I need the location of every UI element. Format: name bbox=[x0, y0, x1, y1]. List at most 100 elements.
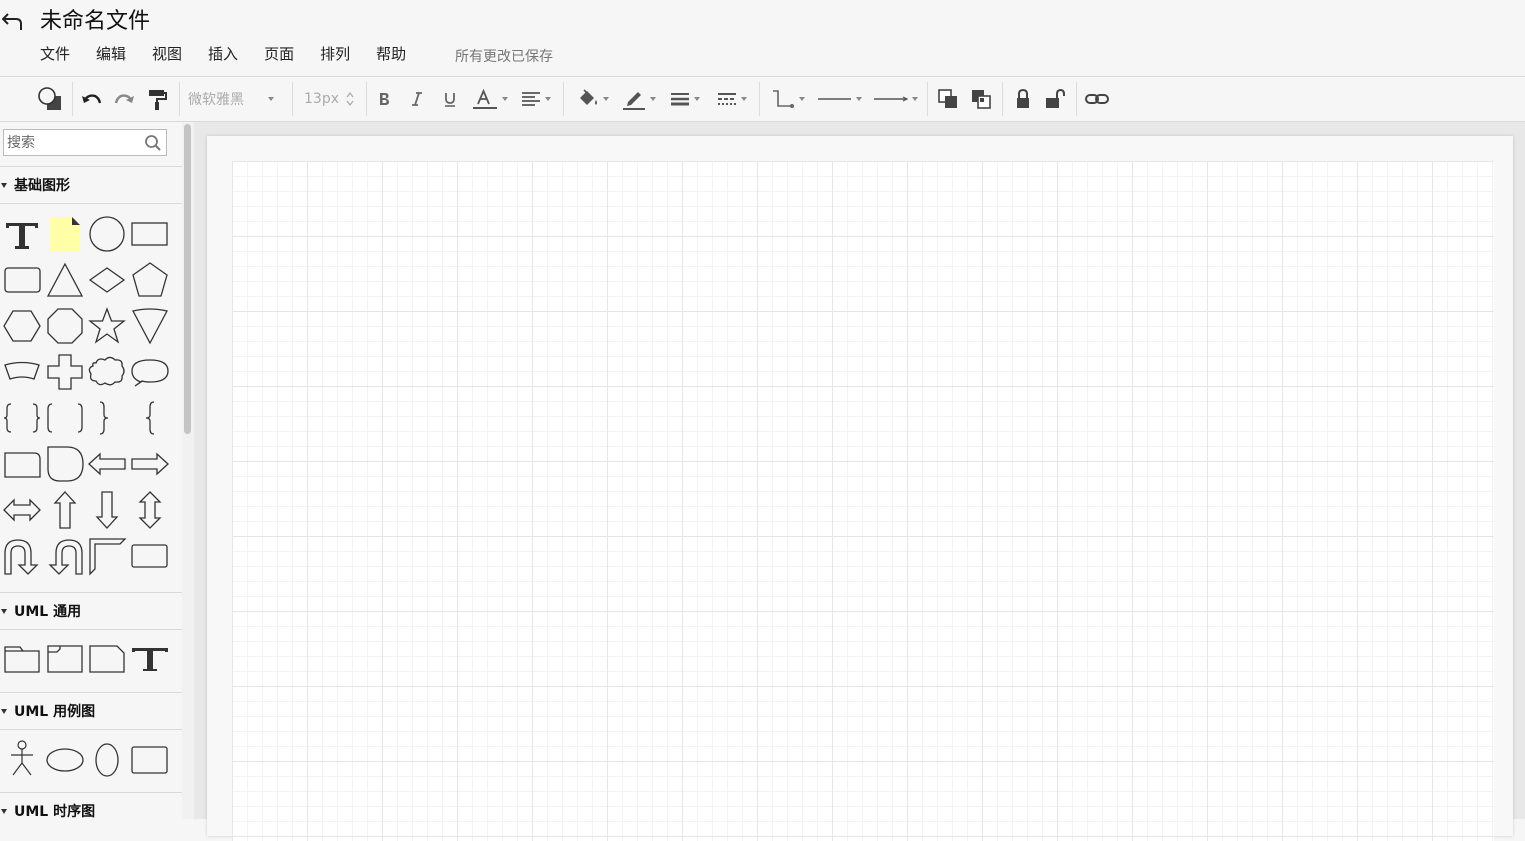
triangle-shape-icon[interactable] bbox=[45, 260, 85, 300]
unlock-button[interactable] bbox=[1042, 86, 1068, 112]
uml-frame-shape-icon[interactable] bbox=[45, 638, 85, 678]
pentagon-shape-icon[interactable] bbox=[130, 260, 170, 300]
sidebar-scrollbar[interactable] bbox=[182, 122, 194, 819]
left-arrow-shape-icon[interactable] bbox=[87, 444, 127, 484]
circle-shape-icon[interactable] bbox=[87, 214, 127, 254]
funnel-shape-icon[interactable] bbox=[130, 306, 170, 346]
font-family-value: 微软雅黑 bbox=[188, 92, 244, 108]
undo-button[interactable] bbox=[79, 86, 105, 112]
section-title: 基础图形 bbox=[14, 178, 70, 194]
u-turn-left-arrow-shape-icon[interactable] bbox=[45, 536, 85, 576]
octagon-shape-icon[interactable] bbox=[45, 306, 85, 346]
align-left-icon bbox=[521, 92, 540, 106]
small-rounded-rectangle-shape-icon[interactable] bbox=[130, 536, 170, 576]
undo-icon bbox=[82, 94, 102, 104]
chevron-down-icon bbox=[740, 97, 747, 101]
card-shape-icon[interactable] bbox=[2, 444, 42, 484]
line-width-button[interactable] bbox=[664, 86, 704, 112]
menu-page[interactable]: 页面 bbox=[264, 44, 294, 64]
left-brace-shape-icon[interactable] bbox=[130, 398, 170, 438]
document-title[interactable]: 未命名文件 bbox=[40, 3, 150, 35]
start-arrow-button[interactable] bbox=[814, 86, 864, 112]
format-painter-button[interactable] bbox=[144, 86, 170, 112]
toolbar-separator bbox=[366, 82, 367, 116]
canvas-area[interactable] bbox=[194, 122, 1525, 841]
shape-search-input[interactable] bbox=[4, 130, 139, 155]
line-width-icon bbox=[670, 93, 689, 106]
hexagon-shape-icon[interactable] bbox=[2, 306, 42, 346]
right-arrow-shape-icon[interactable] bbox=[130, 444, 170, 484]
insert-link-button[interactable] bbox=[1083, 86, 1111, 112]
toolbar-separator bbox=[759, 82, 760, 116]
uml-note-shape-icon[interactable] bbox=[87, 638, 127, 678]
send-to-back-button[interactable] bbox=[967, 86, 995, 112]
canvas-page[interactable] bbox=[207, 136, 1513, 841]
end-arrow-button[interactable] bbox=[870, 86, 920, 112]
menu-help[interactable]: 帮助 bbox=[376, 44, 406, 64]
note-shape-icon[interactable] bbox=[45, 214, 85, 254]
chevron-down-icon bbox=[501, 97, 508, 101]
canvas-grid[interactable] bbox=[232, 161, 1494, 841]
section-uml-usecase[interactable]: UML 用例图 bbox=[0, 692, 182, 730]
vertical-double-arrow-shape-icon[interactable] bbox=[130, 490, 170, 530]
shape-style-button[interactable] bbox=[34, 86, 66, 112]
menu-file[interactable]: 文件 bbox=[40, 44, 70, 64]
redo-icon bbox=[114, 94, 134, 104]
font-size-input[interactable]: 13px bbox=[304, 86, 360, 112]
redo-button[interactable] bbox=[111, 86, 137, 112]
chevron-down-icon bbox=[268, 97, 274, 101]
font-color-button[interactable] bbox=[468, 86, 510, 112]
brackets-shape-icon[interactable] bbox=[45, 398, 85, 438]
menu-arrange[interactable]: 排列 bbox=[320, 44, 350, 64]
speech-bubble-shape-icon[interactable] bbox=[130, 352, 170, 392]
double-arrow-shape-icon[interactable] bbox=[2, 490, 42, 530]
menu-edit[interactable]: 编辑 bbox=[96, 44, 126, 64]
line-style-button[interactable] bbox=[710, 86, 752, 112]
scrollbar-thumb[interactable] bbox=[184, 124, 191, 434]
text-align-button[interactable] bbox=[516, 86, 554, 112]
italic-button[interactable] bbox=[406, 86, 428, 112]
text-shape-icon[interactable] bbox=[2, 214, 42, 254]
chevron-down-icon bbox=[911, 97, 918, 101]
bold-button[interactable] bbox=[373, 86, 395, 112]
connector-style-button[interactable] bbox=[766, 86, 808, 112]
underline-button[interactable] bbox=[439, 86, 461, 112]
right-brace-shape-icon[interactable] bbox=[87, 398, 127, 438]
chevron-down-icon bbox=[693, 97, 700, 101]
shape-style-icon bbox=[38, 87, 61, 110]
braces-shape-icon[interactable] bbox=[2, 398, 42, 438]
arc-band-shape-icon[interactable] bbox=[2, 352, 42, 392]
cloud-shape-icon[interactable] bbox=[87, 352, 127, 392]
bring-to-front-button[interactable] bbox=[934, 86, 962, 112]
rounded-rectangle-shape-icon[interactable] bbox=[2, 260, 42, 300]
unlock-icon bbox=[1046, 88, 1065, 108]
uml-package-shape-icon[interactable] bbox=[2, 638, 42, 678]
corner-shape-icon[interactable] bbox=[87, 536, 127, 576]
lock-button[interactable] bbox=[1010, 86, 1036, 112]
rectangle-shape-icon[interactable] bbox=[130, 214, 170, 254]
section-basic-shapes[interactable]: 基础图形 bbox=[0, 166, 182, 204]
toolbar-separator bbox=[563, 82, 564, 116]
uml-actor-shape-icon[interactable] bbox=[2, 738, 42, 778]
menu-insert[interactable]: 插入 bbox=[208, 44, 238, 64]
down-arrow-shape-icon[interactable] bbox=[87, 490, 127, 530]
diamond-shape-icon[interactable] bbox=[87, 260, 127, 300]
uml-usecase-ellipse-shape-icon[interactable] bbox=[45, 738, 85, 778]
up-arrow-shape-icon[interactable] bbox=[45, 490, 85, 530]
back-arrow-icon[interactable] bbox=[2, 6, 26, 30]
app-header: 未命名文件 文件 编辑 视图 插入 页面 排列 帮助 所有更改已保存 bbox=[0, 0, 1525, 76]
uml-vertical-ellipse-shape-icon[interactable] bbox=[87, 738, 127, 778]
u-turn-arrow-shape-icon[interactable] bbox=[2, 536, 42, 576]
font-family-select[interactable]: 微软雅黑 bbox=[188, 86, 284, 112]
delay-shape-icon[interactable] bbox=[45, 444, 85, 484]
cross-shape-icon[interactable] bbox=[45, 352, 85, 392]
star-shape-icon[interactable] bbox=[87, 306, 127, 346]
line-color-button[interactable] bbox=[618, 86, 658, 112]
uml-system-boundary-shape-icon[interactable] bbox=[130, 738, 170, 778]
section-uml-sequence[interactable]: UML 时序图 bbox=[0, 792, 182, 819]
section-uml-general[interactable]: UML 通用 bbox=[0, 592, 182, 630]
uml-text-shape-icon[interactable] bbox=[130, 638, 170, 678]
menu-view[interactable]: 视图 bbox=[152, 44, 182, 64]
search-icon[interactable] bbox=[144, 134, 162, 152]
fill-color-button[interactable] bbox=[572, 86, 612, 112]
